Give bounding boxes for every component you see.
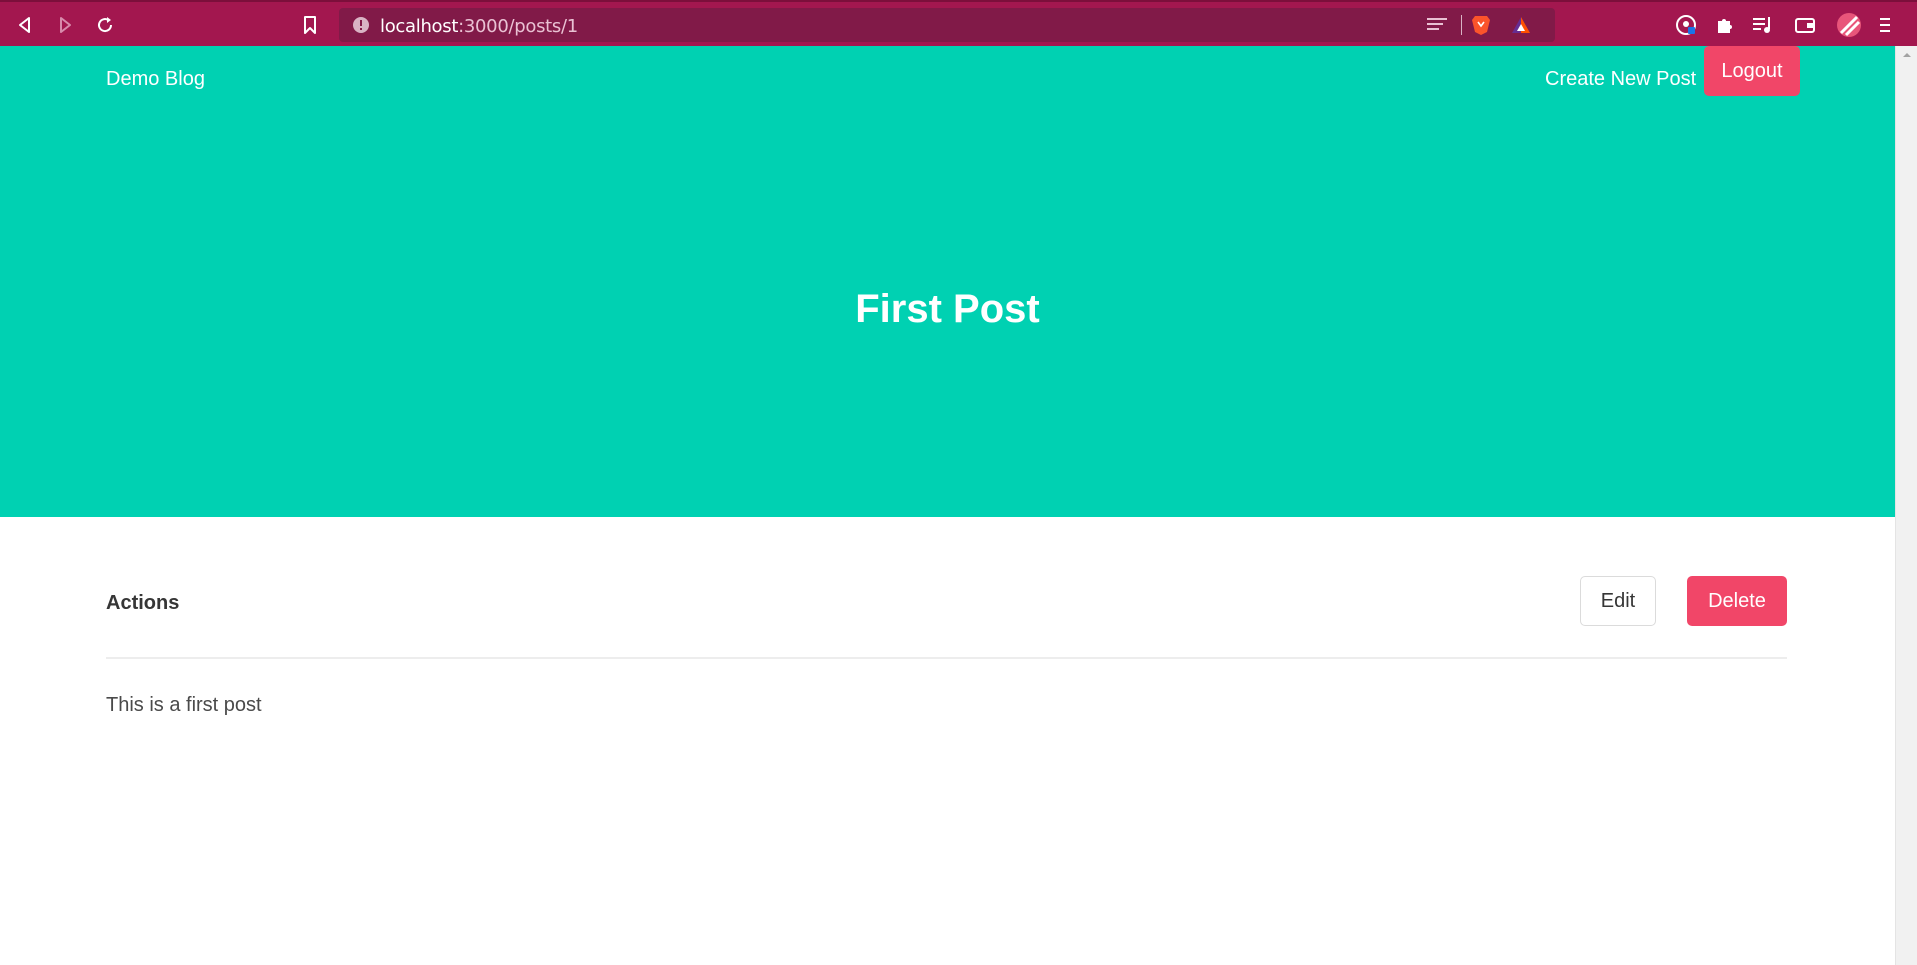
reload-button[interactable] [91,11,119,39]
back-button[interactable] [11,11,39,39]
divider [106,657,1787,659]
extension-account-icon[interactable] [1673,12,1699,38]
reader-mode-icon[interactable] [1425,14,1449,36]
edit-button[interactable]: Edit [1580,576,1656,626]
actions-label: Actions [106,592,180,614]
page: Demo Blog Create New Post Logout First P… [0,46,1895,965]
back-icon [19,17,30,33]
address-bar[interactable]: localhost:3000/posts/1 [339,8,1555,42]
url-text: localhost:3000/posts/1 [380,16,578,37]
page-title: First Post [855,287,1040,331]
actions-bar: Actions Edit Delete [106,576,1787,634]
bookmark-button[interactable] [296,11,324,39]
wallet-icon[interactable] [1792,12,1818,38]
brave-rewards-icon[interactable] [1509,14,1533,36]
extensions-puzzle-icon[interactable] [1712,12,1738,38]
forward-icon [60,17,71,33]
reload-icon [98,17,113,33]
browser-menu-icon[interactable] [1877,12,1893,38]
media-playlist-icon[interactable] [1750,12,1776,38]
scroll-up-arrow-icon[interactable] [1896,48,1917,62]
profile-avatar-icon[interactable] [1836,12,1862,38]
url-separator [1461,15,1462,35]
forward-button[interactable] [51,11,79,39]
url-host: localhost [380,16,459,37]
brave-shields-icon[interactable] [1469,14,1493,36]
hero-section: Demo Blog Create New Post Logout First P… [0,46,1895,517]
url-path: :3000/posts/1 [458,16,578,37]
vertical-scrollbar[interactable] [1895,46,1917,965]
bookmark-icon [304,16,316,34]
brand-link[interactable]: Demo Blog [106,68,205,91]
logout-button[interactable]: Logout [1704,46,1800,96]
delete-button[interactable]: Delete [1687,576,1787,626]
browser-toolbar: localhost:3000/posts/1 [0,0,1917,46]
post-body: This is a first post [106,694,262,716]
create-new-post-link[interactable]: Create New Post [1545,68,1696,91]
site-info-icon[interactable] [349,14,373,36]
